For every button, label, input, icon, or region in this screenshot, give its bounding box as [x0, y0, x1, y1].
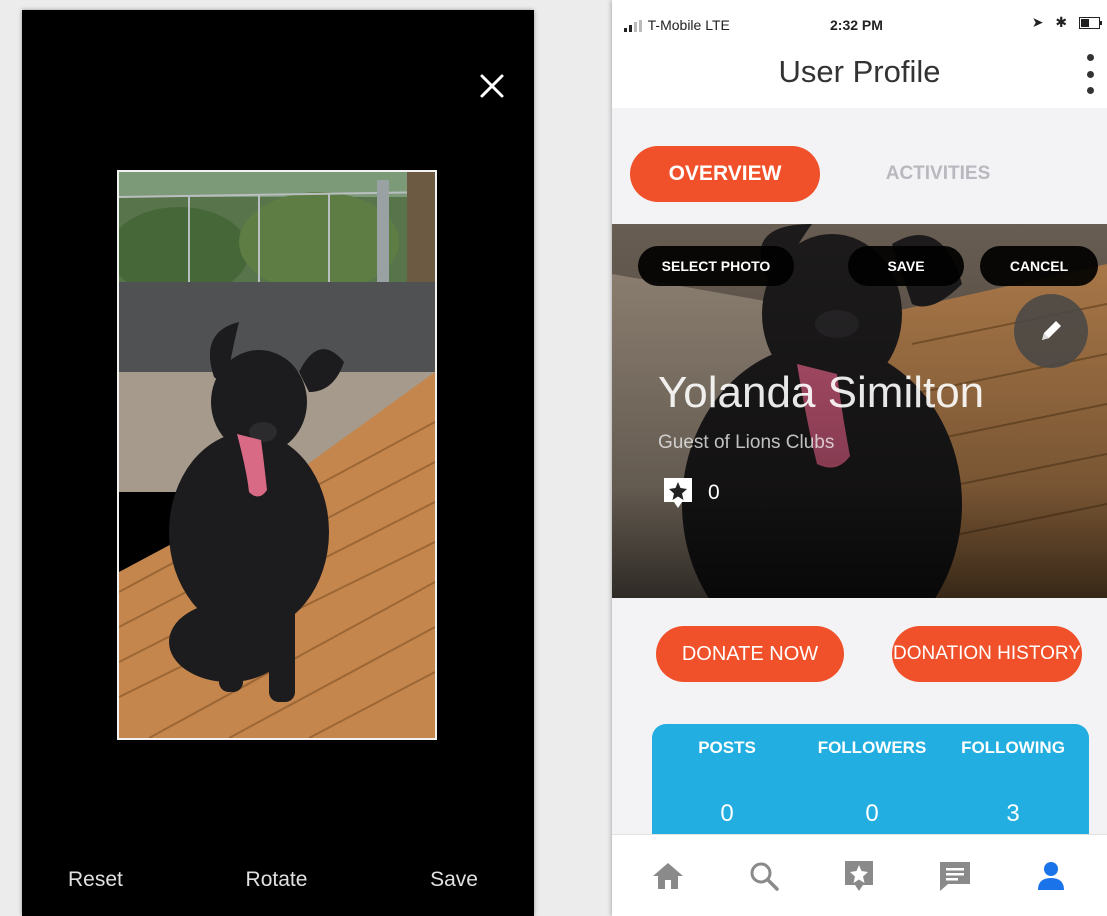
stat-value: 0 — [720, 800, 734, 827]
select-photo-button[interactable]: SELECT PHOTO — [638, 246, 794, 286]
stat-label: POSTS — [698, 738, 756, 757]
navigation-bar: User Profile — [612, 40, 1107, 109]
star-count-value: 0 — [708, 481, 720, 504]
crop-frame[interactable] — [117, 170, 437, 740]
chat-icon[interactable] — [927, 848, 983, 904]
page-title: User Profile — [778, 54, 941, 89]
status-icons: ➤ ✱ — [1032, 14, 1103, 31]
battery-icon — [1079, 17, 1102, 30]
stat-value: 3 — [1006, 800, 1020, 827]
stat-label: FOLLOWERS — [817, 738, 927, 757]
donation-actions: DONATE NOW DONATION HISTORY — [612, 598, 1107, 718]
carrier-label: T-Mobile LTE — [624, 17, 730, 33]
home-icon[interactable] — [640, 848, 696, 904]
profile-tabs: OVERVIEW ACTIVITIES — [612, 108, 1107, 224]
location-icon: ➤ — [1031, 14, 1048, 30]
stat-following[interactable]: FOLLOWING 3 — [938, 738, 1088, 828]
stat-value: 0 — [865, 800, 879, 827]
profile-name: Yolanda Similton — [658, 368, 985, 417]
cancel-button[interactable]: CANCEL — [980, 246, 1098, 286]
user-icon[interactable] — [1023, 848, 1079, 904]
stat-followers[interactable]: FOLLOWERS 0 — [797, 738, 947, 828]
donate-now-button[interactable]: DONATE NOW — [656, 626, 844, 682]
star-count: 0 — [662, 476, 720, 510]
save-button[interactable]: Save — [430, 868, 478, 892]
cover-photo: SELECT PHOTO SAVE CANCEL Yolanda Similto… — [612, 224, 1107, 598]
donation-history-button[interactable]: DONATION HISTORY — [892, 626, 1082, 682]
star-badge-icon[interactable] — [831, 848, 887, 904]
search-icon[interactable] — [736, 848, 792, 904]
profile-subtitle: Guest of Lions Clubs — [658, 432, 835, 453]
dog-photo — [119, 172, 435, 738]
star-badge-icon — [664, 478, 692, 508]
user-profile-screen: T-Mobile LTE 2:32 PM ➤ ✱ User Profile OV… — [612, 0, 1107, 916]
reset-button[interactable]: Reset — [68, 868, 123, 892]
bluetooth-icon: ✱ — [1055, 14, 1072, 30]
kebab-menu-icon[interactable] — [1085, 54, 1095, 94]
tab-activities[interactable]: ACTIVITIES — [858, 146, 1018, 202]
stat-label: FOLLOWING — [961, 738, 1065, 757]
close-icon[interactable] — [470, 64, 514, 108]
tab-overview[interactable]: OVERVIEW — [630, 146, 820, 202]
save-cover-button[interactable]: SAVE — [848, 246, 964, 286]
photo-cropper-screen: Reset Rotate Save — [22, 10, 534, 916]
bottom-tab-bar — [612, 834, 1107, 916]
rotate-button[interactable]: Rotate — [246, 868, 308, 892]
status-bar: T-Mobile LTE 2:32 PM ➤ ✱ — [612, 0, 1107, 40]
stat-posts[interactable]: POSTS 0 — [652, 738, 802, 828]
edit-pencil-icon[interactable] — [1014, 294, 1088, 368]
signal-icon — [624, 20, 642, 33]
status-time: 2:32 PM — [830, 17, 883, 33]
